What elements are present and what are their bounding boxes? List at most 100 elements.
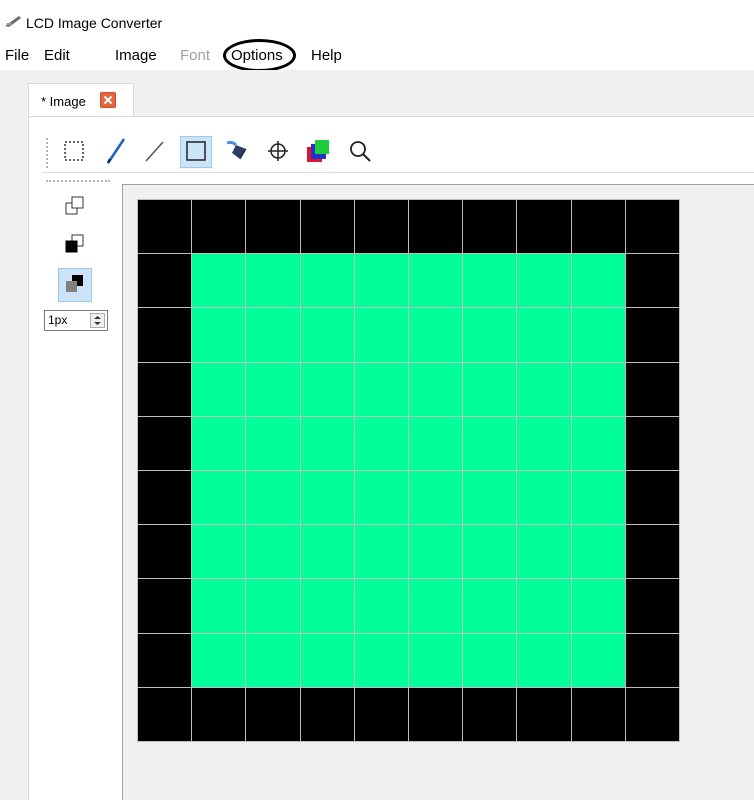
pixel-cell[interactable] — [409, 308, 463, 362]
pixel-cell[interactable] — [517, 254, 571, 308]
pixel-cell[interactable] — [409, 525, 463, 579]
close-icon[interactable] — [100, 92, 116, 108]
pen-tool-button[interactable] — [100, 136, 132, 168]
pixel-cell[interactable] — [246, 416, 300, 470]
pixel-cell[interactable] — [138, 525, 192, 579]
filled-mode-button[interactable] — [58, 228, 92, 262]
pixel-cell[interactable] — [625, 525, 679, 579]
pixel-cell[interactable] — [625, 362, 679, 416]
pixel-cell[interactable] — [625, 416, 679, 470]
pixel-cell[interactable] — [571, 579, 625, 633]
pixel-cell[interactable] — [517, 579, 571, 633]
pixel-cell[interactable] — [300, 362, 354, 416]
pixel-cell[interactable] — [300, 687, 354, 741]
pixel-grid[interactable] — [137, 199, 680, 742]
pixel-cell[interactable] — [192, 633, 246, 687]
pixel-cell[interactable] — [246, 362, 300, 416]
pixel-cell[interactable] — [246, 200, 300, 254]
pixel-cell[interactable] — [571, 308, 625, 362]
pixel-cell[interactable] — [300, 200, 354, 254]
pixel-cell[interactable] — [625, 471, 679, 525]
pixel-cell[interactable] — [192, 362, 246, 416]
pixel-cell[interactable] — [409, 687, 463, 741]
fill-tool-button[interactable] — [222, 136, 254, 168]
move-tool-button[interactable] — [262, 136, 294, 168]
menu-help[interactable]: Help — [311, 47, 342, 64]
pixel-cell[interactable] — [138, 633, 192, 687]
rectangle-tool-button[interactable] — [180, 136, 212, 168]
pixel-cell[interactable] — [192, 579, 246, 633]
pixel-cell[interactable] — [571, 687, 625, 741]
pixel-cell[interactable] — [300, 416, 354, 470]
pixel-cell[interactable] — [409, 579, 463, 633]
pixel-cell[interactable] — [463, 308, 517, 362]
pixel-cell[interactable] — [354, 254, 408, 308]
pixel-cell[interactable] — [300, 254, 354, 308]
pixel-cell[interactable] — [354, 579, 408, 633]
pixel-cell[interactable] — [409, 416, 463, 470]
pixel-cell[interactable] — [354, 525, 408, 579]
pixel-cell[interactable] — [300, 633, 354, 687]
pixel-cell[interactable] — [192, 254, 246, 308]
pixel-cell[interactable] — [409, 200, 463, 254]
pixel-cell[interactable] — [246, 579, 300, 633]
pixel-cell[interactable] — [138, 687, 192, 741]
line-width-spinner[interactable]: 1px — [44, 310, 108, 331]
pixel-cell[interactable] — [571, 525, 625, 579]
spinner-arrows-icon[interactable] — [90, 313, 105, 328]
pixel-cell[interactable] — [246, 687, 300, 741]
pixel-cell[interactable] — [517, 416, 571, 470]
zoom-tool-button[interactable] — [344, 136, 376, 168]
pixel-cell[interactable] — [517, 525, 571, 579]
line-tool-button[interactable] — [138, 136, 170, 168]
pixel-cell[interactable] — [571, 362, 625, 416]
pixel-cell[interactable] — [192, 416, 246, 470]
pixel-cell[interactable] — [517, 471, 571, 525]
pixel-cell[interactable] — [409, 254, 463, 308]
pixel-cell[interactable] — [571, 254, 625, 308]
pixel-cell[interactable] — [571, 416, 625, 470]
filled-outline-mode-button[interactable] — [58, 268, 92, 302]
pixel-cell[interactable] — [138, 308, 192, 362]
pixel-cell[interactable] — [246, 633, 300, 687]
pixel-cell[interactable] — [517, 633, 571, 687]
outline-mode-button[interactable] — [58, 190, 92, 224]
menu-options[interactable]: Options — [231, 47, 283, 64]
pixel-cell[interactable] — [246, 471, 300, 525]
pixel-cell[interactable] — [571, 200, 625, 254]
pixel-cell[interactable] — [138, 579, 192, 633]
pixel-cell[interactable] — [625, 579, 679, 633]
pixel-cell[interactable] — [625, 308, 679, 362]
pixel-cell[interactable] — [409, 362, 463, 416]
pixel-cell[interactable] — [463, 525, 517, 579]
pixel-cell[interactable] — [138, 254, 192, 308]
pixel-cell[interactable] — [463, 471, 517, 525]
tab-image[interactable]: * Image — [28, 83, 134, 117]
pixel-cell[interactable] — [354, 362, 408, 416]
pixel-cell[interactable] — [354, 416, 408, 470]
pixel-cell[interactable] — [354, 471, 408, 525]
pixel-cell[interactable] — [625, 254, 679, 308]
pixel-cell[interactable] — [192, 525, 246, 579]
pixel-cell[interactable] — [463, 579, 517, 633]
pixel-cell[interactable] — [463, 416, 517, 470]
pixel-cell[interactable] — [463, 254, 517, 308]
pixel-cell[interactable] — [138, 362, 192, 416]
pixel-cell[interactable] — [300, 525, 354, 579]
pixel-cell[interactable] — [138, 416, 192, 470]
pixel-cell[interactable] — [354, 633, 408, 687]
pixel-cell[interactable] — [246, 254, 300, 308]
menu-file[interactable]: File — [5, 47, 29, 64]
pixel-cell[interactable] — [463, 633, 517, 687]
pixel-cell[interactable] — [571, 633, 625, 687]
pixel-cell[interactable] — [192, 687, 246, 741]
pixel-cell[interactable] — [300, 579, 354, 633]
pixel-cell[interactable] — [192, 471, 246, 525]
pixel-cell[interactable] — [517, 687, 571, 741]
pixel-cell[interactable] — [192, 200, 246, 254]
pixel-cell[interactable] — [246, 308, 300, 362]
pixel-cell[interactable] — [354, 200, 408, 254]
pixel-cell[interactable] — [354, 687, 408, 741]
pixel-cell[interactable] — [300, 471, 354, 525]
pixel-cell[interactable] — [138, 200, 192, 254]
